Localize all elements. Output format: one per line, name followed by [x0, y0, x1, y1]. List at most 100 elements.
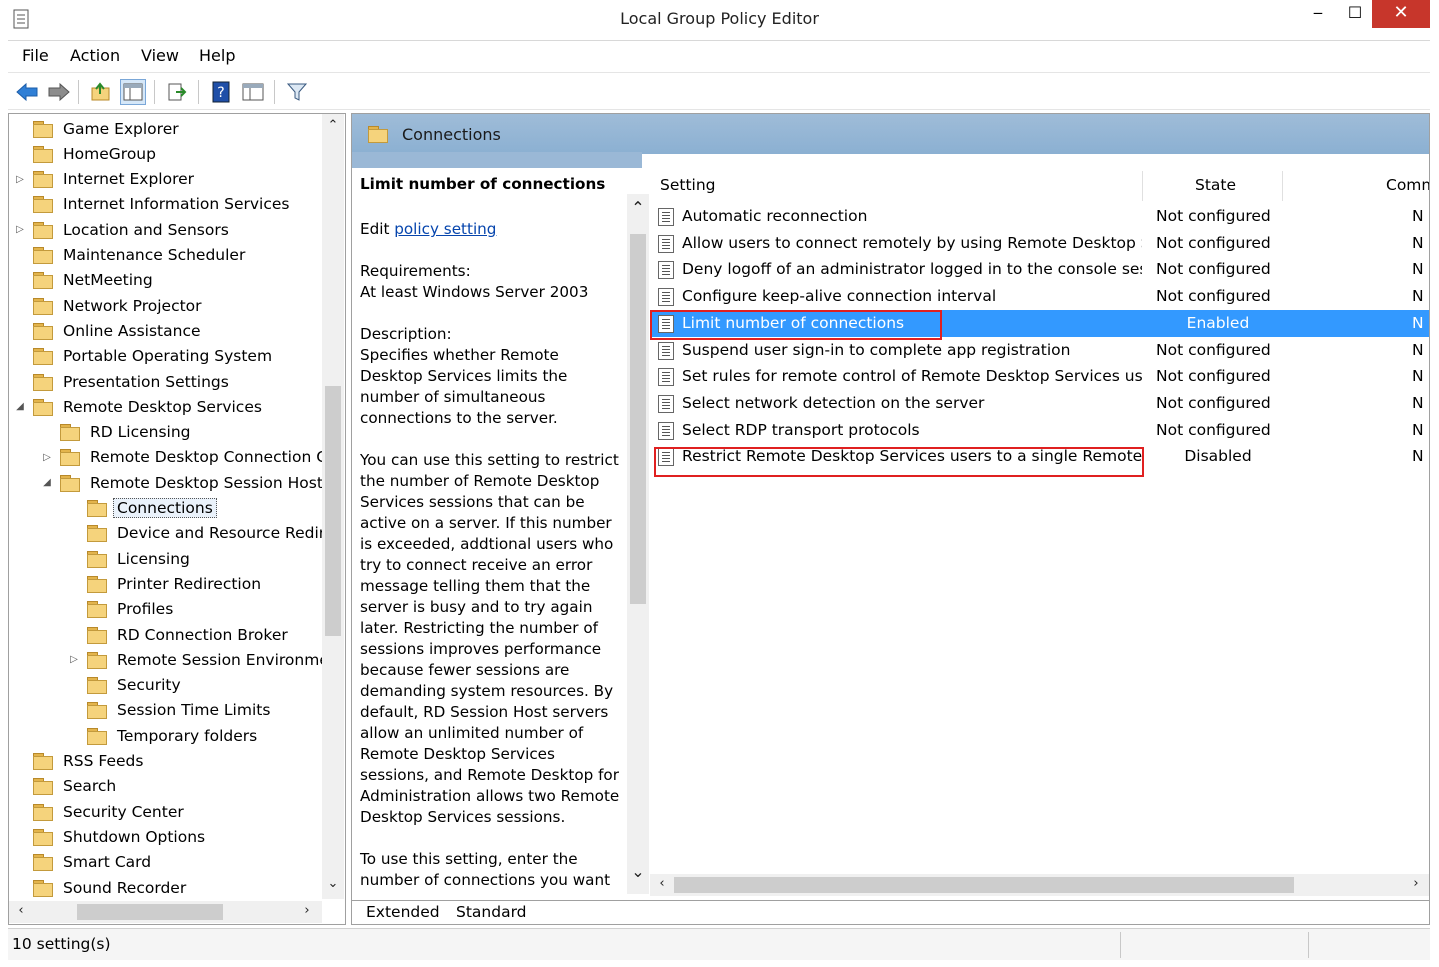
tree-item[interactable]: ▷ Remote Desktop Connection C	[43, 445, 327, 470]
show-hide-tree-button[interactable]	[120, 79, 146, 105]
expanded-arrow-icon[interactable]: ◢	[42, 477, 52, 488]
setting-row[interactable]: Select network detection on the server No…	[650, 390, 1429, 417]
tree-item[interactable]: ▷ Location and Sensors	[16, 217, 229, 242]
tree-item-label: Connections	[113, 498, 217, 518]
tree-item[interactable]: Profiles	[87, 597, 173, 622]
tree-item[interactable]: Maintenance Scheduler	[33, 243, 245, 268]
tree-item[interactable]: Security	[87, 673, 181, 698]
forward-button[interactable]	[46, 79, 72, 105]
description-scroll-thumb[interactable]	[630, 234, 646, 604]
tree-item[interactable]: NetMeeting	[33, 268, 153, 293]
collapsed-arrow-icon[interactable]: ▷	[42, 452, 52, 463]
collapsed-arrow-icon[interactable]: ▷	[15, 174, 25, 185]
tree-item[interactable]: Temporary folders	[87, 723, 257, 748]
setting-row[interactable]: Set rules for remote control of Remote D…	[650, 363, 1429, 390]
tree-item[interactable]: Online Assistance	[33, 318, 201, 343]
tree-item[interactable]: Licensing	[87, 546, 190, 571]
filter-button[interactable]	[284, 79, 310, 105]
tree-item[interactable]: Search	[33, 774, 116, 799]
tree-item[interactable]: ▷ Remote Session Environme	[70, 647, 329, 672]
folder-icon	[87, 500, 107, 517]
folder-icon	[33, 247, 53, 264]
scroll-left-icon[interactable]: ‹	[654, 876, 670, 891]
setting-comment: N	[1412, 287, 1424, 306]
tree-item[interactable]: Smart Card	[33, 850, 151, 875]
column-setting[interactable]: Setting	[660, 176, 716, 194]
tree-item[interactable]: RD Connection Broker	[87, 622, 288, 647]
tree-item[interactable]: Network Projector	[33, 293, 202, 318]
tree-item[interactable]: ◢ Remote Desktop Services	[16, 394, 262, 419]
back-button[interactable]	[14, 79, 40, 105]
tree-item-label: Security Center	[63, 802, 184, 821]
scroll-up-icon[interactable]: ⌃	[627, 198, 649, 217]
tree-item[interactable]: Portable Operating System	[33, 344, 272, 369]
menu-file[interactable]: File	[22, 46, 49, 65]
setting-name: Suspend user sign-in to complete app reg…	[682, 340, 1071, 359]
minimize-button[interactable]: ‒	[1298, 0, 1338, 28]
tree-horizontal-scrollbar[interactable]: ‹ ›	[9, 901, 322, 923]
scroll-up-icon[interactable]: ⌃	[322, 118, 344, 133]
column-state[interactable]: State	[1195, 176, 1236, 194]
policy-setting-link[interactable]: policy setting	[394, 220, 496, 238]
tree-item[interactable]: RSS Feeds	[33, 749, 143, 774]
maximize-button[interactable]: ☐	[1338, 0, 1372, 28]
tree-item-label: Search	[63, 777, 117, 796]
tree-item[interactable]: Printer Redirection	[87, 571, 261, 596]
policy-setting-icon	[658, 208, 674, 226]
setting-row[interactable]: Automatic reconnection Not configured N	[650, 203, 1429, 230]
collapsed-arrow-icon[interactable]: ▷	[15, 224, 25, 235]
properties-button[interactable]	[240, 79, 266, 105]
setting-row[interactable]: Allow users to connect remotely by using…	[650, 230, 1429, 257]
tree-item[interactable]: Sound Recorder	[33, 875, 186, 900]
tree-scroll-thumb[interactable]	[325, 386, 341, 636]
folder-icon	[87, 601, 107, 619]
tree-item[interactable]: Security Center	[33, 799, 184, 824]
setting-row[interactable]: Configure keep-alive connection interval…	[650, 283, 1429, 310]
close-button[interactable]: ✕	[1372, 0, 1430, 28]
scroll-down-icon[interactable]: ⌄	[627, 862, 649, 881]
settings-hscroll-thumb[interactable]	[674, 877, 1294, 893]
tree-item[interactable]: Presentation Settings	[33, 369, 229, 394]
scroll-right-icon[interactable]: ›	[1408, 876, 1424, 891]
column-comment[interactable]: Comm	[1386, 176, 1429, 194]
menu-view[interactable]: View	[141, 46, 179, 65]
tree-item[interactable]: ◢ Remote Desktop Session Host	[43, 470, 323, 495]
scroll-down-icon[interactable]: ⌄	[322, 876, 344, 891]
tree-item[interactable]: Shutdown Options	[33, 824, 205, 849]
expanded-arrow-icon[interactable]: ◢	[15, 401, 25, 412]
collapsed-arrow-icon[interactable]: ▷	[69, 654, 79, 665]
tree-item-label: Licensing	[117, 549, 190, 568]
export-list-button[interactable]	[164, 79, 190, 105]
up-folder-button[interactable]	[88, 79, 114, 105]
folder-icon	[87, 702, 107, 720]
description-detail: You can use this setting to restrict the…	[360, 451, 620, 826]
folder-icon	[33, 272, 53, 290]
help-button[interactable]: ?	[208, 79, 234, 105]
tree-hscroll-thumb[interactable]	[77, 904, 223, 920]
tab-standard[interactable]: Standard	[456, 903, 527, 921]
tree-item[interactable]: RD Licensing	[60, 420, 191, 445]
setting-state: Enabled	[1186, 313, 1250, 332]
menu-help[interactable]: Help	[199, 46, 235, 65]
tab-extended[interactable]: Extended	[366, 903, 440, 921]
settings-horizontal-scrollbar[interactable]: ‹ ›	[650, 874, 1429, 896]
description-scrollbar[interactable]: ⌃ ⌄	[627, 194, 649, 894]
setting-row[interactable]: Suspend user sign-in to complete app reg…	[650, 337, 1429, 364]
tree-item[interactable]: Device and Resource Redire	[87, 521, 334, 546]
policy-setting-icon	[658, 261, 674, 280]
menu-action[interactable]: Action	[70, 46, 120, 65]
scroll-right-icon[interactable]: ›	[299, 903, 315, 918]
scroll-left-icon[interactable]: ‹	[13, 903, 29, 918]
tree-item[interactable]: Game Explorer	[33, 116, 179, 141]
setting-row[interactable]: Select RDP transport protocols Not config…	[650, 417, 1429, 444]
tree-item[interactable]: HomeGroup	[33, 141, 156, 166]
setting-row[interactable]: Deny logoff of an administrator logged i…	[650, 256, 1429, 283]
tree-item[interactable]: ▷ Internet Explorer	[16, 167, 194, 192]
folder-icon	[60, 449, 80, 467]
tree-item[interactable]: Internet Information Services	[33, 192, 289, 217]
tree-item[interactable]: Session Time Limits	[87, 698, 270, 723]
tree-vertical-scrollbar[interactable]: ⌃ ⌄	[322, 114, 344, 899]
tree-item-label: Security	[117, 676, 181, 695]
setting-comment: N	[1412, 447, 1424, 466]
tree-item[interactable]: Connections	[87, 496, 217, 521]
